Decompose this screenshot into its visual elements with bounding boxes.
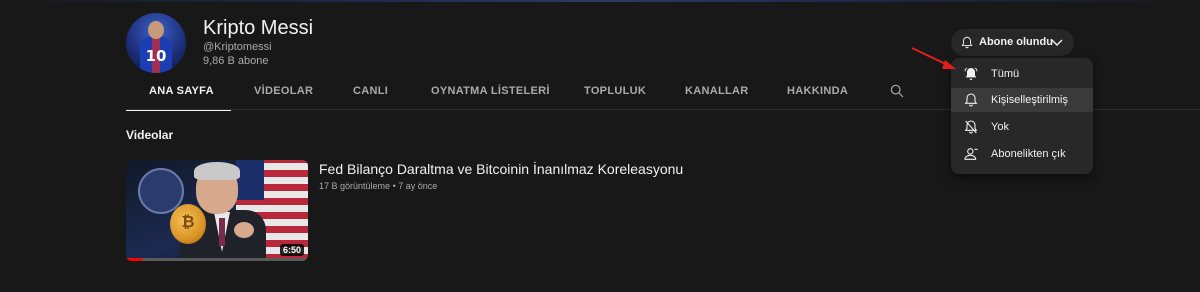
subscriber-count: 9,86 B abone	[203, 55, 269, 67]
thumbnail-tie	[219, 218, 225, 246]
menu-item-label: Tümü	[991, 68, 1020, 80]
video-title[interactable]: Fed Bilanço Daraltma ve Bitcoinin İnanıl…	[319, 161, 683, 177]
avatar-number: 10	[145, 47, 167, 65]
tab-label: CANLI	[353, 85, 389, 97]
channel-handle: @Kriptomessi	[203, 41, 272, 53]
menu-item-label: Abonelikten çık	[991, 148, 1066, 160]
tab-live[interactable]: CANLI	[353, 75, 413, 109]
menu-item-label: Yok	[991, 121, 1009, 133]
tab-label: KANALLAR	[685, 85, 749, 97]
channel-page: 10 Kripto Messi @Kriptomessi 9,86 B abon…	[0, 0, 1200, 292]
avatar-head	[148, 21, 164, 39]
bell-filled-icon	[964, 67, 978, 80]
video-thumbnail[interactable]: ₿ 6:50	[126, 160, 308, 261]
tab-label: HAKKINDA	[787, 85, 849, 97]
subscribed-label: Abone olundu	[979, 36, 1053, 48]
meta-separator: •	[392, 181, 396, 191]
search-icon[interactable]	[889, 83, 905, 99]
thumbnail-flag-canton	[236, 160, 264, 200]
menu-item-none[interactable]: Yok	[951, 115, 1093, 139]
tab-label: VİDEOLAR	[254, 85, 314, 97]
unsubscribe-person-icon	[964, 148, 978, 160]
top-accent-line	[0, 0, 1200, 2]
menu-item-personalized[interactable]: Kişiselleştirilmiş	[951, 88, 1093, 112]
menu-item-all[interactable]: Tümü	[951, 62, 1093, 86]
video-views: 17 B görüntüleme	[319, 181, 391, 191]
watch-progress-bar	[126, 258, 308, 261]
channel-name: Kripto Messi	[203, 17, 314, 39]
tab-channels[interactable]: KANALLAR	[685, 75, 765, 109]
video-age: 7 ay önce	[398, 181, 438, 191]
tab-label: TOPLULUK	[584, 85, 647, 97]
video-meta: 17 B görüntüleme • 7 ay önce	[319, 181, 437, 191]
thumbnail-hair	[194, 162, 240, 180]
section-title: Videolar	[126, 128, 174, 142]
bitcoin-symbol: ₿	[181, 214, 195, 231]
tab-label: ANA SAYFA	[149, 85, 214, 97]
bell-icon	[961, 36, 973, 49]
bitcoin-coin: ₿	[170, 204, 206, 244]
chevron-down-icon	[1051, 39, 1063, 46]
menu-item-label: Kişiselleştirilmiş	[991, 94, 1069, 106]
bell-off-icon	[964, 120, 978, 134]
menu-item-unsubscribe[interactable]: Abonelikten çık	[951, 142, 1093, 166]
subscribed-button[interactable]: Abone olundu	[951, 29, 1074, 56]
watch-progress-fill	[126, 258, 143, 261]
bell-icon	[964, 93, 978, 107]
thumbnail-hand	[234, 222, 254, 238]
tab-community[interactable]: TOPLULUK	[584, 75, 664, 109]
annotation-arrow-icon	[911, 47, 956, 69]
tab-about[interactable]: HAKKINDA	[787, 75, 867, 109]
tab-videos[interactable]: VİDEOLAR	[254, 75, 334, 109]
channel-avatar[interactable]: 10	[126, 13, 186, 73]
notification-menu: Tümü Kişiselleştirilmiş Yok Abonelikten …	[951, 58, 1093, 174]
tab-playlists[interactable]: OYNATMA LİSTELERİ	[431, 75, 571, 109]
video-duration: 6:50	[279, 244, 304, 256]
tab-home[interactable]: ANA SAYFA	[126, 75, 231, 111]
tab-label: OYNATMA LİSTELERİ	[431, 85, 550, 97]
